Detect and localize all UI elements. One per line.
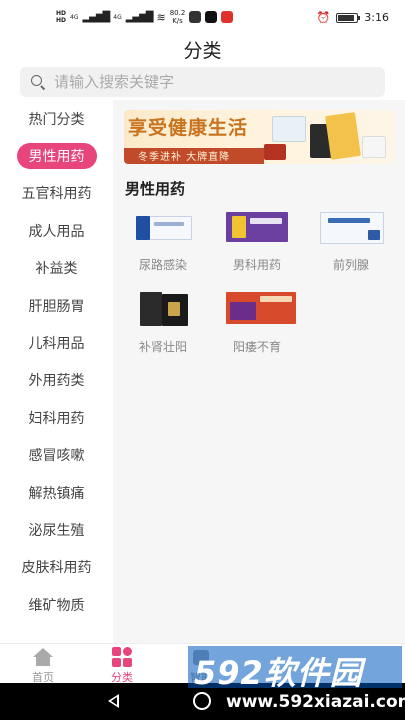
sidebar-item-gynecology[interactable]: 妇科用药 bbox=[0, 399, 113, 436]
banner-product-gift-bag bbox=[325, 112, 361, 160]
sidebar-item-pediatric[interactable]: 儿科用品 bbox=[0, 324, 113, 361]
sidebar-item-label: 维矿物质 bbox=[28, 597, 85, 614]
search-icon bbox=[30, 74, 46, 91]
product-label: 前列腺 bbox=[332, 258, 369, 272]
category-content: 享受健康生活 冬季进补 大牌直降 男性用药 尿路感染 男科用药 前列腺 补肾壮阳… bbox=[113, 100, 405, 645]
category-sidebar: 热门分类 男性用药 五官科用药 成人用品 补益类 肝胆肠胃 儿科用品 外用药类 … bbox=[0, 100, 113, 645]
banner-subline: 冬季进补 大牌直降 bbox=[138, 152, 231, 163]
sidebar-item-label: 五官科用药 bbox=[21, 186, 92, 203]
alarm-icon: ⏰ bbox=[316, 11, 331, 24]
back-icon-inner bbox=[111, 697, 117, 705]
sidebar-item-label: 感冒咳嗽 bbox=[28, 448, 85, 465]
nav-category[interactable]: 分类 bbox=[92, 646, 152, 684]
network-speed-unit: K/s bbox=[172, 17, 183, 25]
status-bar: HD HD 4G ▂▄▆█ 4G ▂▄▆█ ≋ 80.2 K/s ⏰ 3:16 bbox=[0, 0, 405, 36]
sidebar-item-dermatology[interactable]: 皮肤科用药 bbox=[0, 549, 113, 586]
product-andrology[interactable]: 男科用药 bbox=[211, 206, 303, 278]
watermark-logo: 592软件园 www.592xiazai.com bbox=[188, 646, 405, 720]
store-app-icon bbox=[221, 11, 234, 23]
wifi-icon: ≋ bbox=[156, 10, 166, 24]
banner-product-pack bbox=[362, 136, 386, 158]
sidebar-item-label: 外用药类 bbox=[28, 373, 85, 390]
network-type-1: 4G bbox=[70, 13, 79, 21]
page-title: 分类 bbox=[183, 40, 222, 62]
clock: 3:16 bbox=[364, 11, 389, 24]
sidebar-item-urogenital[interactable]: 泌尿生殖 bbox=[0, 511, 113, 548]
sidebar-item-hot[interactable]: 热门分类 bbox=[0, 100, 113, 137]
promo-banner[interactable]: 享受健康生活 冬季进补 大牌直降 bbox=[124, 110, 395, 164]
battery-level bbox=[338, 14, 355, 21]
product-kidney-tonic[interactable]: 补肾壮阳 bbox=[117, 288, 209, 360]
signal-icon: ▂▄▆█ bbox=[82, 11, 110, 23]
sidebar-item-label: 热门分类 bbox=[28, 111, 85, 128]
product-label: 补肾壮阳 bbox=[138, 340, 187, 354]
sidebar-item-label: 成人用品 bbox=[28, 223, 85, 240]
sidebar-item-digestive[interactable]: 肝胆肠胃 bbox=[0, 287, 113, 324]
product-image bbox=[320, 210, 384, 246]
sidebar-item-label: 男性用药 bbox=[16, 143, 97, 170]
sidebar-item-label: 补益类 bbox=[35, 261, 78, 278]
signal-icon-2: ▂▄▆█ bbox=[125, 11, 154, 23]
hd-label-2: HD bbox=[56, 17, 67, 24]
sidebar-item-label: 皮肤科用药 bbox=[21, 560, 92, 577]
network-speed: 80.2 K/s bbox=[170, 9, 186, 25]
page-header: 分类 bbox=[0, 36, 405, 66]
sidebar-item-label: 儿科用品 bbox=[28, 336, 85, 353]
network-type-2: 4G bbox=[113, 13, 122, 21]
product-image bbox=[132, 292, 194, 328]
sidebar-item-label: 肝胆肠胃 bbox=[28, 298, 85, 315]
network-speed-value: 80.2 bbox=[169, 9, 186, 17]
banner-product-box bbox=[272, 116, 306, 142]
search-bar[interactable] bbox=[20, 67, 385, 97]
sidebar-item-vitamins[interactable]: 维矿物质 bbox=[0, 586, 113, 623]
nav-home[interactable]: 首页 bbox=[13, 646, 73, 684]
battery-icon bbox=[336, 12, 361, 23]
sidebar-item-ent[interactable]: 五官科用药 bbox=[0, 175, 113, 212]
hd-indicator: HD HD bbox=[56, 10, 66, 24]
search-input[interactable] bbox=[54, 73, 354, 91]
status-left: HD HD 4G ▂▄▆█ 4G ▂▄▆█ ≋ 80.2 K/s bbox=[56, 9, 234, 25]
sidebar-item-analgesic[interactable]: 解热镇痛 bbox=[0, 474, 113, 511]
product-prostate[interactable]: 前列腺 bbox=[305, 206, 397, 278]
status-right: ⏰ 3:16 bbox=[317, 11, 389, 24]
home-icon bbox=[32, 647, 54, 667]
product-label: 阳痿不育 bbox=[232, 340, 281, 354]
product-image bbox=[226, 292, 296, 328]
sidebar-item-label: 妇科用药 bbox=[28, 410, 85, 427]
app-notification-icon bbox=[189, 11, 202, 23]
product-impotence-infertility[interactable]: 阳痿不育 bbox=[211, 288, 303, 360]
sidebar-item-cold-cough[interactable]: 感冒咳嗽 bbox=[0, 437, 113, 474]
sidebar-item-label: 解热镇痛 bbox=[28, 485, 85, 502]
sidebar-item-label: 泌尿生殖 bbox=[28, 522, 85, 539]
product-label: 男科用药 bbox=[232, 258, 281, 272]
sidebar-item-topical[interactable]: 外用药类 bbox=[0, 362, 113, 399]
product-urinary-infection[interactable]: 尿路感染 bbox=[117, 206, 209, 278]
banner-product-red bbox=[264, 144, 286, 160]
tiktok-icon bbox=[205, 11, 218, 23]
sidebar-item-adult[interactable]: 成人用品 bbox=[0, 212, 113, 249]
watermark-title: 592软件园 bbox=[194, 654, 363, 692]
sidebar-item-tonic[interactable]: 补益类 bbox=[0, 250, 113, 287]
category-icon bbox=[111, 647, 133, 667]
product-label: 尿路感染 bbox=[138, 258, 187, 272]
hd-label-1: HD bbox=[56, 10, 67, 17]
banner-headline: 享受健康生活 bbox=[128, 117, 249, 139]
product-image bbox=[132, 210, 194, 246]
product-image bbox=[226, 210, 288, 246]
watermark-url: www.592xiazai.com bbox=[226, 692, 405, 712]
sidebar-item-mens-medicine[interactable]: 男性用药 bbox=[0, 137, 113, 174]
section-title: 男性用药 bbox=[125, 180, 186, 198]
